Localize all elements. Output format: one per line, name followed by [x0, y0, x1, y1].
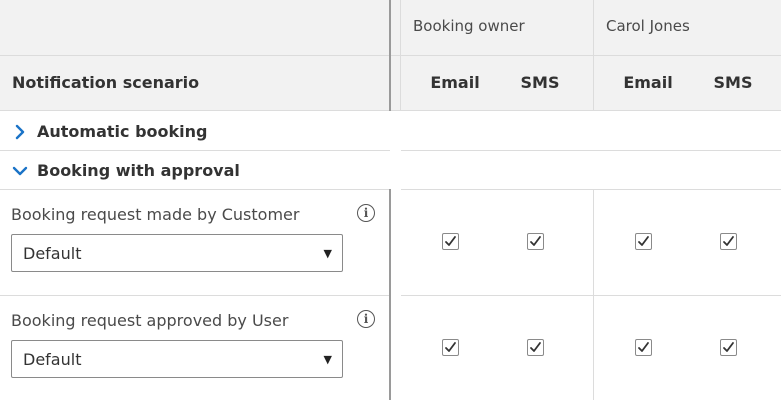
checkbox-carol-email[interactable] [635, 339, 652, 356]
checkbox-owner-email[interactable] [442, 339, 459, 356]
section-label: Booking with approval [37, 161, 240, 180]
checkmark-icon [530, 236, 541, 246]
notification-template-select[interactable]: Default ▼ [11, 234, 343, 272]
checkmark-icon [723, 342, 734, 352]
dropdown-arrow-icon: ▼ [323, 353, 332, 366]
chevron-down-icon [8, 166, 32, 176]
checkbox-carol-sms[interactable] [720, 339, 737, 356]
checkbox-owner-sms[interactable] [527, 339, 544, 356]
checkmark-icon [638, 342, 649, 352]
checkbox-owner-email[interactable] [442, 233, 459, 250]
section-booking-with-approval[interactable]: Booking with approval [0, 151, 390, 190]
column-heading-carol-sms: SMS [713, 73, 753, 92]
divider [401, 150, 781, 151]
checkmark-icon [445, 342, 456, 352]
divider [0, 295, 390, 296]
notification-scenario-heading: Notification scenario [12, 73, 200, 92]
scenario-title: Booking request approved by User [11, 311, 289, 330]
divider [401, 295, 781, 296]
divider [401, 189, 781, 190]
chevron-right-icon [8, 124, 32, 140]
info-icon[interactable]: i [357, 310, 375, 328]
dropdown-arrow-icon: ▼ [323, 247, 332, 260]
column-divider [593, 189, 594, 400]
checkmark-icon [723, 236, 734, 246]
checkbox-carol-email[interactable] [635, 233, 652, 250]
checkmark-icon [530, 342, 541, 352]
column-divider [400, 0, 401, 111]
select-value: Default [23, 244, 82, 263]
section-label: Automatic booking [37, 122, 208, 141]
info-icon[interactable]: i [357, 204, 375, 222]
group-header-booking-owner: Booking owner [413, 17, 525, 35]
section-automatic-booking[interactable]: Automatic booking [0, 112, 390, 151]
column-divider [593, 0, 594, 111]
column-heading-carol-email: Email [623, 73, 673, 92]
checkbox-owner-sms[interactable] [527, 233, 544, 250]
column-heading-owner-email: Email [430, 73, 480, 92]
select-value: Default [23, 350, 82, 369]
checkbox-carol-sms[interactable] [720, 233, 737, 250]
scenario-title: Booking request made by Customer [11, 205, 300, 224]
checkmark-icon [638, 236, 649, 246]
group-header-carol-jones: Carol Jones [606, 17, 690, 35]
notification-template-select[interactable]: Default ▼ [11, 340, 343, 378]
checkmark-icon [445, 236, 456, 246]
column-divider [389, 0, 391, 111]
column-divider [389, 189, 391, 400]
column-heading-owner-sms: SMS [520, 73, 560, 92]
